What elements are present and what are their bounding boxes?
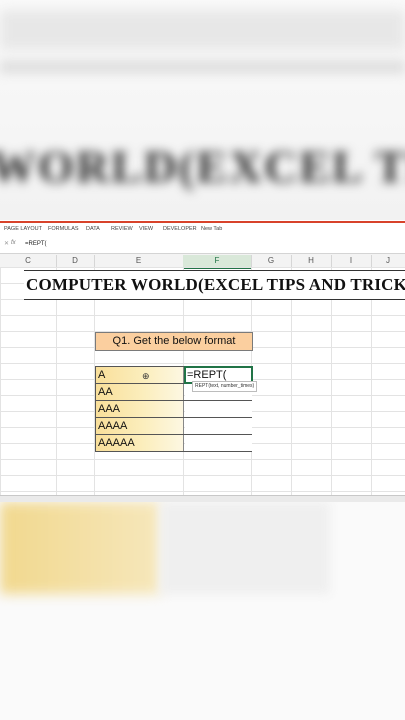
blurred-video-overlay-bottom	[0, 502, 405, 720]
grid-line	[331, 267, 332, 497]
cell-f-value[interactable]	[185, 418, 252, 434]
table-row: AAAA	[95, 418, 252, 435]
title-text: COMPUTER WORLD(EXCEL TIPS AND TRICKS)	[26, 275, 405, 294]
column-header-i[interactable]: I	[331, 255, 372, 267]
fx-icon[interactable]: fx	[11, 240, 16, 246]
question-cell[interactable]: Q1. Get the below format	[95, 332, 253, 351]
table-row: AAAAA	[95, 435, 252, 452]
tab-new-tab[interactable]: New Tab	[201, 226, 222, 232]
cell-e-value[interactable]: AAA	[96, 401, 184, 417]
grid-line	[371, 267, 372, 497]
blurred-ribbon	[0, 10, 405, 50]
cell-f-value[interactable]	[185, 435, 252, 451]
blurred-yellow-cells	[0, 502, 160, 594]
cancel-icon[interactable]: ✕	[4, 240, 9, 247]
column-header-j[interactable]: J	[371, 255, 405, 267]
title-banner[interactable]: COMPUTER WORLD(EXCEL TIPS AND TRICKS)	[24, 270, 405, 300]
column-header-c[interactable]: C	[0, 255, 57, 267]
table-row: AAA	[95, 401, 252, 418]
function-tooltip: REPT(text, number_times)	[192, 381, 258, 392]
status-bar	[0, 495, 405, 502]
grid-line	[56, 267, 57, 497]
data-table: A =REPT( AA AAA AAAA AAAAA	[95, 366, 253, 452]
blurred-video-overlay-top: WORLD(EXCEL TIPS	[0, 0, 405, 220]
cell-e-value[interactable]: AAAAA	[96, 435, 184, 451]
tab-view[interactable]: VIEW	[139, 226, 153, 232]
cell-e-value[interactable]: AAAA	[96, 418, 184, 434]
blurred-title-zoom: WORLD(EXCEL TIPS	[0, 141, 405, 192]
blurred-column-headers	[0, 60, 405, 74]
formula-bar: ✕ fx =REPT(	[0, 237, 405, 254]
tab-developer[interactable]: DEVELOPER	[163, 226, 197, 232]
column-header-h[interactable]: H	[291, 255, 332, 267]
tab-review[interactable]: REVIEW	[111, 226, 133, 232]
tab-data[interactable]: DATA	[86, 226, 100, 232]
formula-input[interactable]: =REPT(	[25, 241, 47, 247]
cell-e-value[interactable]: A	[96, 367, 184, 383]
column-header-e[interactable]: E	[94, 255, 184, 267]
column-header-g[interactable]: G	[251, 255, 292, 267]
move-cursor-icon: ⊕	[142, 371, 150, 381]
tab-formulas[interactable]: FORMULAS	[48, 226, 79, 232]
column-header-row: C D E F G H I J	[0, 254, 405, 269]
cell-f-value[interactable]	[185, 401, 252, 417]
grid-line	[291, 267, 292, 497]
column-header-d[interactable]: D	[56, 255, 95, 267]
tab-page-layout[interactable]: PAGE LAYOUT	[4, 226, 42, 232]
blurred-grid-cells	[160, 502, 330, 594]
cell-e-value[interactable]: AA	[96, 384, 184, 400]
